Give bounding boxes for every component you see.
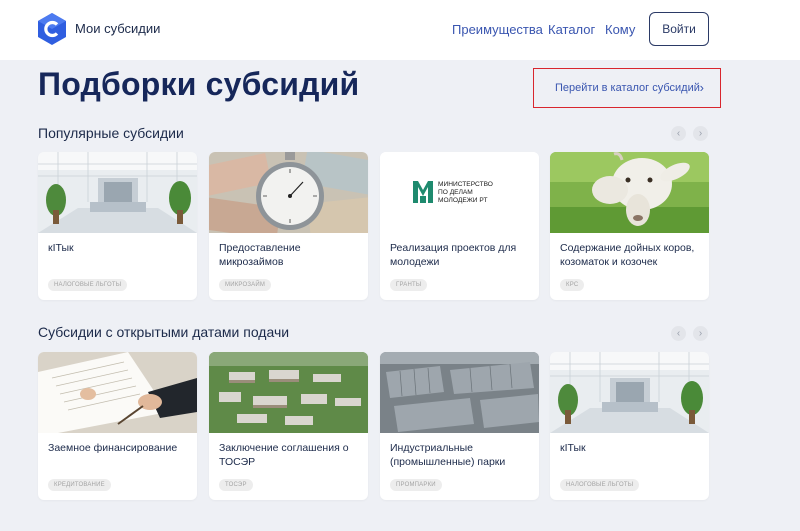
chevron-right-icon: › — [699, 80, 704, 95]
category-tag: ГРАНТЫ — [390, 279, 428, 291]
hall-image — [550, 352, 709, 433]
next-arrow-button[interactable]: › — [693, 126, 708, 141]
subsidy-card[interactable]: кIТык НАЛОГОВЫЕ ЛЬГОТЫ — [550, 352, 709, 500]
login-button[interactable]: Войти — [649, 12, 709, 46]
header: Мои субсидии Преимущества Каталог Кому В… — [0, 0, 800, 60]
logo-icon[interactable] — [38, 13, 66, 45]
documents-image — [38, 352, 197, 433]
subsidy-card[interactable]: кIТык НАЛОГОВЫЕ ЛЬГОТЫ — [38, 152, 197, 300]
subsidy-card[interactable]: Заключение соглашения о ТОСЭР ТОСЭР — [209, 352, 368, 500]
category-tag: ТОСЭР — [219, 479, 253, 491]
section-title-popular: Популярные субсидии — [38, 125, 184, 141]
industrial-park-image — [380, 352, 539, 433]
section-title-open-dates: Субсидии с открытыми датами подачи — [38, 324, 290, 340]
card-title: кIТык — [48, 242, 74, 254]
card-title: Предоставление микрозаймов — [219, 242, 301, 268]
subsidy-card[interactable]: Индустриальные (промышленные) парки ПРОМ… — [380, 352, 539, 500]
subsidy-card[interactable]: Предоставление микрозаймов МИКРОЗАЙМ — [209, 152, 368, 300]
ministry-line-2: ПО ДЕЛАМ — [438, 189, 473, 196]
card-title: Реализация проектов для молодежи — [390, 242, 517, 268]
category-tag: КРС — [560, 279, 585, 291]
category-tag: МИКРОЗАЙМ — [219, 279, 272, 291]
town-aerial-image — [209, 352, 368, 433]
stopwatch-image — [209, 152, 368, 233]
catalog-link[interactable]: Перейти в каталог субсидий › — [533, 68, 721, 108]
nav-advantages[interactable]: Преимущества — [452, 22, 543, 37]
ministry-logo-image: МИНИСТЕРСТВО ПО ДЕЛАМ МОЛОДЕЖИ РТ — [380, 152, 539, 233]
category-tag: ПРОМПАРКИ — [390, 479, 442, 491]
card-title: Заемное финансирование — [48, 442, 178, 454]
brand-name[interactable]: Мои субсидии — [75, 21, 160, 36]
nav-catalog[interactable]: Каталог — [548, 22, 595, 37]
goat-image — [550, 152, 709, 233]
category-tag: НАЛОГОВЫЕ ЛЬГОТЫ — [560, 479, 640, 491]
subsidy-card[interactable]: МИНИСТЕРСТВО ПО ДЕЛАМ МОЛОДЕЖИ РТ Реализ… — [380, 152, 539, 300]
card-title: Заключение соглашения о ТОСЭР — [219, 442, 349, 468]
next-arrow-button[interactable]: › — [693, 326, 708, 341]
prev-arrow-button[interactable]: ‹ — [671, 126, 686, 141]
nav-whom[interactable]: Кому — [605, 22, 635, 37]
card-title: кIТык — [560, 442, 586, 454]
catalog-link-label: Перейти в каталог субсидий — [555, 82, 700, 94]
category-tag: КРЕДИТОВАНИЕ — [48, 479, 111, 491]
page-title: Подборки субсидий — [38, 66, 360, 102]
category-tag: НАЛОГОВЫЕ ЛЬГОТЫ — [48, 279, 128, 291]
card-title: Индустриальные (промышленные) парки — [390, 442, 506, 468]
hall-image — [38, 152, 197, 233]
ministry-line-1: МИНИСТЕРСТВО — [438, 181, 493, 188]
ministry-line-3: МОЛОДЕЖИ РТ — [438, 197, 488, 204]
card-title: Содержание дойных коров, козоматок и коз… — [560, 242, 695, 268]
prev-arrow-button[interactable]: ‹ — [671, 326, 686, 341]
subsidy-card[interactable]: Заемное финансирование КРЕДИТОВАНИЕ — [38, 352, 197, 500]
subsidy-card[interactable]: Содержание дойных коров, козоматок и коз… — [550, 152, 709, 300]
